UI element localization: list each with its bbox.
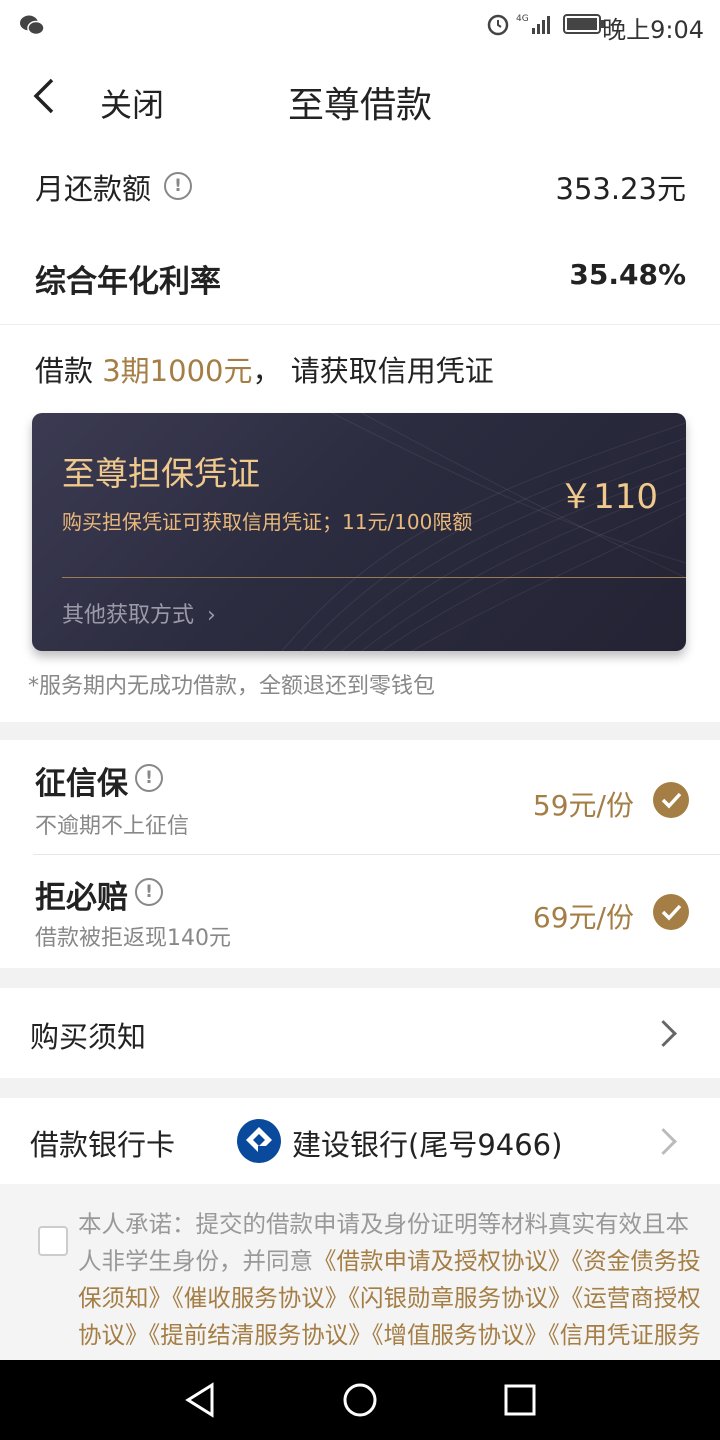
info-icon[interactable]: ! — [164, 172, 192, 200]
bank-card-row[interactable]: 借款银行卡 建设银行(尾号9466) — [0, 1098, 720, 1184]
addon-title: 征信保 — [35, 766, 128, 802]
addon-item[interactable]: 拒必赔 ! 借款被拒返现140元 69元/份 — [0, 854, 720, 967]
chevron-left-icon — [33, 78, 54, 114]
back-triangle-icon[interactable] — [184, 1382, 216, 1422]
home-circle-icon[interactable] — [342, 1382, 378, 1422]
chevron-right-icon: › — [207, 603, 216, 628]
addon-sub: 不逾期不上征信 — [35, 814, 190, 839]
info-icon[interactable]: ! — [135, 764, 163, 792]
card-price: ￥110 — [559, 477, 658, 517]
addon-price: 69元/份 — [532, 901, 634, 934]
section-gap — [0, 722, 720, 740]
guarantee-card[interactable]: 至尊担保凭证 购买担保凭证可获取信用凭证；11元/100限额 ￥110 其他获取… — [32, 413, 686, 651]
loan-highlight: 3期1000元 — [102, 354, 253, 388]
back-button[interactable] — [30, 76, 70, 120]
card-divider — [62, 577, 686, 578]
monthly-value: 353.23元 — [555, 172, 686, 206]
system-nav-bar — [0, 1360, 720, 1440]
nav-bar: 至尊借款 关闭 — [0, 50, 720, 150]
checked-icon[interactable] — [653, 782, 689, 818]
bank-label: 借款银行卡 — [30, 1128, 176, 1162]
addon-price: 59元/份 — [532, 789, 634, 822]
status-time: 晚上9:04 — [602, 16, 704, 44]
chevron-right-icon — [650, 1128, 677, 1155]
battery-icon — [563, 14, 605, 38]
alarm-icon — [486, 12, 510, 40]
agreement-checkbox[interactable] — [38, 1226, 68, 1256]
monthly-label: 月还款额 — [35, 172, 152, 206]
signal-icon: 4G — [516, 12, 554, 40]
card-desc: 购买担保凭证可获取信用凭证；11元/100限额 — [62, 510, 473, 534]
agreement-section: 本人承诺：提交的借款申请及身份证明等材料真实有效且本人非学生身份，并同意《借款申… — [0, 1184, 720, 1360]
status-bar: 4G 晚上9:04 — [0, 0, 720, 50]
notice-label: 购买须知 — [30, 1020, 147, 1054]
ccb-logo-icon — [236, 1118, 282, 1168]
addon-title: 拒必赔 — [35, 880, 128, 916]
svg-text:4G: 4G — [516, 14, 529, 24]
chevron-right-icon — [650, 1020, 677, 1047]
checked-icon[interactable] — [653, 894, 689, 930]
loan-summary: 借款 3期1000元， 请获取信用凭证 — [35, 348, 494, 390]
refund-note: *服务期内无成功借款，全额退还到零钱包 — [28, 674, 436, 699]
close-button[interactable]: 关闭 — [100, 80, 164, 126]
addon-item[interactable]: 征信保 ! 不逾期不上征信 59元/份 — [0, 740, 720, 853]
bank-name: 建设银行(尾号9466) — [292, 1128, 563, 1162]
loan-suffix: ， 请获取信用凭证 — [252, 354, 494, 388]
other-methods-label: 其他获取方式 — [62, 603, 195, 628]
loan-prefix: 借款 — [35, 354, 103, 388]
section-gap — [0, 1078, 720, 1098]
wechat-icon — [20, 14, 45, 40]
section-gap — [0, 968, 720, 988]
purchase-notice-row[interactable]: 购买须知 — [0, 988, 720, 1078]
rate-value: 35.48% — [569, 258, 686, 291]
rate-label: 综合年化利率 — [35, 264, 221, 300]
info-icon[interactable]: ! — [135, 878, 163, 906]
recents-square-icon[interactable] — [504, 1384, 536, 1420]
divider — [0, 324, 720, 325]
addon-sub: 借款被拒返现140元 — [35, 926, 231, 951]
other-methods-link[interactable]: 其他获取方式 › — [62, 597, 216, 629]
card-title: 至尊担保凭证 — [62, 454, 260, 493]
agreement-text: 本人承诺：提交的借款申请及身份证明等材料真实有效且本人非学生身份，并同意《借款申… — [78, 1206, 702, 1360]
